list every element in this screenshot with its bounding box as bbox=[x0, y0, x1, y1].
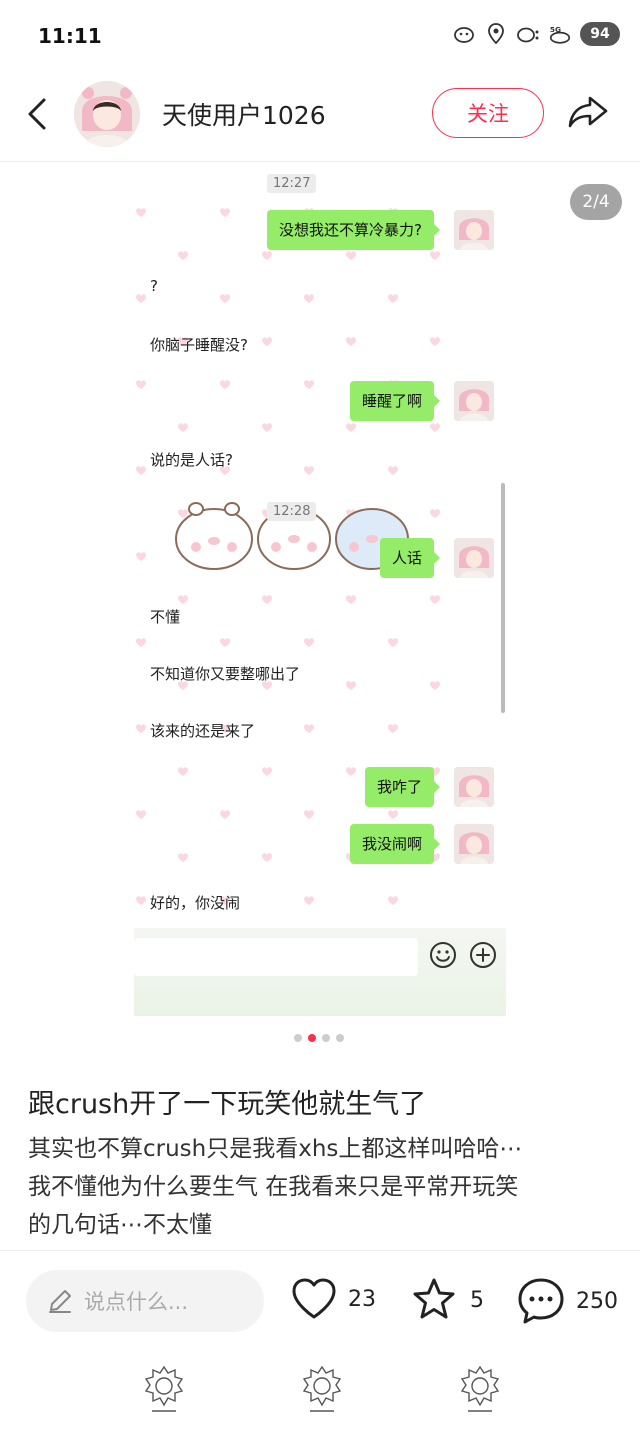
share-arrow-icon bbox=[568, 96, 608, 128]
like-button[interactable]: 23 bbox=[290, 1276, 376, 1322]
share-button[interactable] bbox=[566, 92, 610, 132]
post-image-carousel[interactable]: 12:27 没想我还不算冷暴力? ? 你脑子睡醒没? 睡醒了啊 说的是人话? 1… bbox=[0, 163, 640, 1016]
carousel-dot bbox=[322, 1034, 330, 1042]
nav-decoration-3 bbox=[460, 1365, 500, 1412]
post-title: 跟crush开了一下玩笑他就生气了 bbox=[28, 1089, 427, 1120]
post-header: 天使用户1026 关注 bbox=[0, 72, 640, 162]
sender-avatar bbox=[454, 767, 494, 807]
notification-icon bbox=[452, 22, 476, 46]
chat-bubble-sent: 睡醒了啊 bbox=[349, 381, 441, 421]
like-count: 23 bbox=[348, 1286, 376, 1312]
status-time: 11:11 bbox=[38, 24, 102, 48]
carousel-indicator bbox=[294, 1034, 344, 1042]
chat-bubble-sent: 我没闹啊 bbox=[349, 824, 441, 864]
comment-bubble-icon bbox=[518, 1278, 564, 1324]
status-bar: 11:11 5G 94 bbox=[0, 0, 640, 72]
chat-message-received: 该来的还是来了 bbox=[150, 722, 256, 740]
sender-avatar bbox=[454, 538, 494, 578]
post-body: 其实也不算crush只是我看xhs上都这样叫哈哈⋯ 我不懂他为什么要生气 在我看… bbox=[28, 1130, 618, 1244]
chat-input-field bbox=[134, 938, 418, 976]
plus-circle-icon bbox=[470, 942, 496, 968]
follow-button[interactable]: 关注 bbox=[432, 88, 544, 138]
chat-timestamp: 12:28 bbox=[267, 502, 317, 521]
sender-avatar bbox=[454, 824, 494, 864]
battery-level: 94 bbox=[590, 26, 610, 42]
nav-decoration-2 bbox=[302, 1365, 342, 1412]
author-name[interactable]: 天使用户1026 bbox=[162, 96, 326, 132]
app-notification-icon bbox=[516, 22, 540, 46]
chat-bubble-sent: 我咋了 bbox=[364, 767, 441, 807]
comment-input[interactable]: 说点什么... bbox=[26, 1270, 264, 1332]
heart-icon bbox=[292, 1278, 336, 1319]
star-icon bbox=[413, 1278, 455, 1319]
chat-message-received: ? bbox=[150, 277, 158, 295]
back-button[interactable] bbox=[20, 94, 54, 134]
chat-timestamp: 12:27 bbox=[267, 174, 317, 193]
bottom-divider bbox=[0, 1250, 640, 1251]
post-body-line: 我不懂他为什么要生气 在我看来只是平常开玩笑 bbox=[28, 1174, 519, 1200]
carousel-dot bbox=[294, 1034, 302, 1042]
carousel-dot bbox=[336, 1034, 344, 1042]
nav-decoration-1 bbox=[144, 1365, 184, 1412]
sender-avatar bbox=[454, 210, 494, 250]
carousel-dot-active bbox=[308, 1034, 316, 1042]
image-page-counter: 2/4 bbox=[570, 184, 622, 220]
chat-message-received: 好的，你没闹 bbox=[150, 894, 241, 912]
chat-message-received: 不懂 bbox=[150, 608, 181, 626]
status-icons: 5G 94 bbox=[452, 22, 620, 46]
chat-screenshot: 12:27 没想我还不算冷暴力? ? 你脑子睡醒没? 睡醒了啊 说的是人话? 1… bbox=[134, 163, 506, 1016]
emoji-icon bbox=[430, 942, 456, 968]
author-avatar[interactable] bbox=[74, 81, 140, 147]
chat-scrollbar bbox=[501, 483, 505, 713]
post-body-line: 的几句话⋯不太懂 bbox=[28, 1212, 212, 1238]
post-body-line: 其实也不算crush只是我看xhs上都这样叫哈哈⋯ bbox=[28, 1136, 523, 1162]
chat-message-received: 说的是人话? bbox=[150, 451, 233, 469]
chat-bubble-sent: 没想我还不算冷暴力? bbox=[267, 210, 440, 250]
chat-message-received: 不知道你又要整哪出了 bbox=[150, 665, 301, 683]
sender-avatar bbox=[454, 381, 494, 421]
chat-input-bar bbox=[134, 928, 506, 1016]
chat-bubble-sent: 人话 bbox=[379, 538, 441, 578]
chat-message-received: 你脑子睡醒没? bbox=[150, 336, 248, 354]
location-icon bbox=[484, 22, 508, 46]
comment-placeholder: 说点什么... bbox=[84, 1290, 189, 1314]
pen-icon bbox=[49, 1290, 71, 1313]
back-arrow-icon bbox=[28, 98, 46, 130]
favorite-button[interactable]: 5 bbox=[408, 1276, 484, 1324]
favorite-count: 5 bbox=[470, 1287, 484, 1313]
comment-button[interactable]: 250 bbox=[516, 1276, 618, 1326]
signal-5g-icon: 5G bbox=[548, 22, 572, 46]
comment-count: 250 bbox=[576, 1288, 618, 1314]
battery-icon: 94 bbox=[580, 22, 620, 46]
